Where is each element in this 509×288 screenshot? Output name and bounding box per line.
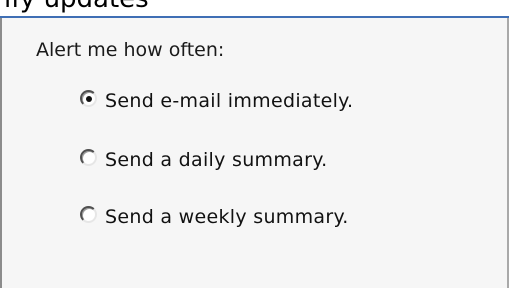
option-weekly-summary[interactable]: Send a weekly summary. [80,204,349,230]
header-strip: ify updates [0,0,509,16]
header-title: ify updates [4,0,149,14]
option-daily-summary[interactable]: Send a daily summary. [80,147,327,173]
radio-daily-summary[interactable] [80,148,97,166]
radio-weekly-summary[interactable] [80,205,97,223]
option-immediately[interactable]: Send e-mail immediately. [80,88,353,114]
alert-frequency-panel: Alert me how often: Send e-mail immediat… [0,18,509,288]
option-weekly-summary-label: Send a weekly summary. [105,206,349,228]
option-daily-summary-label: Send a daily summary. [105,149,328,171]
alert-frequency-question: Alert me how often: [36,39,225,61]
option-immediately-label: Send e-mail immediately. [105,90,354,112]
radio-immediately[interactable] [80,89,97,107]
